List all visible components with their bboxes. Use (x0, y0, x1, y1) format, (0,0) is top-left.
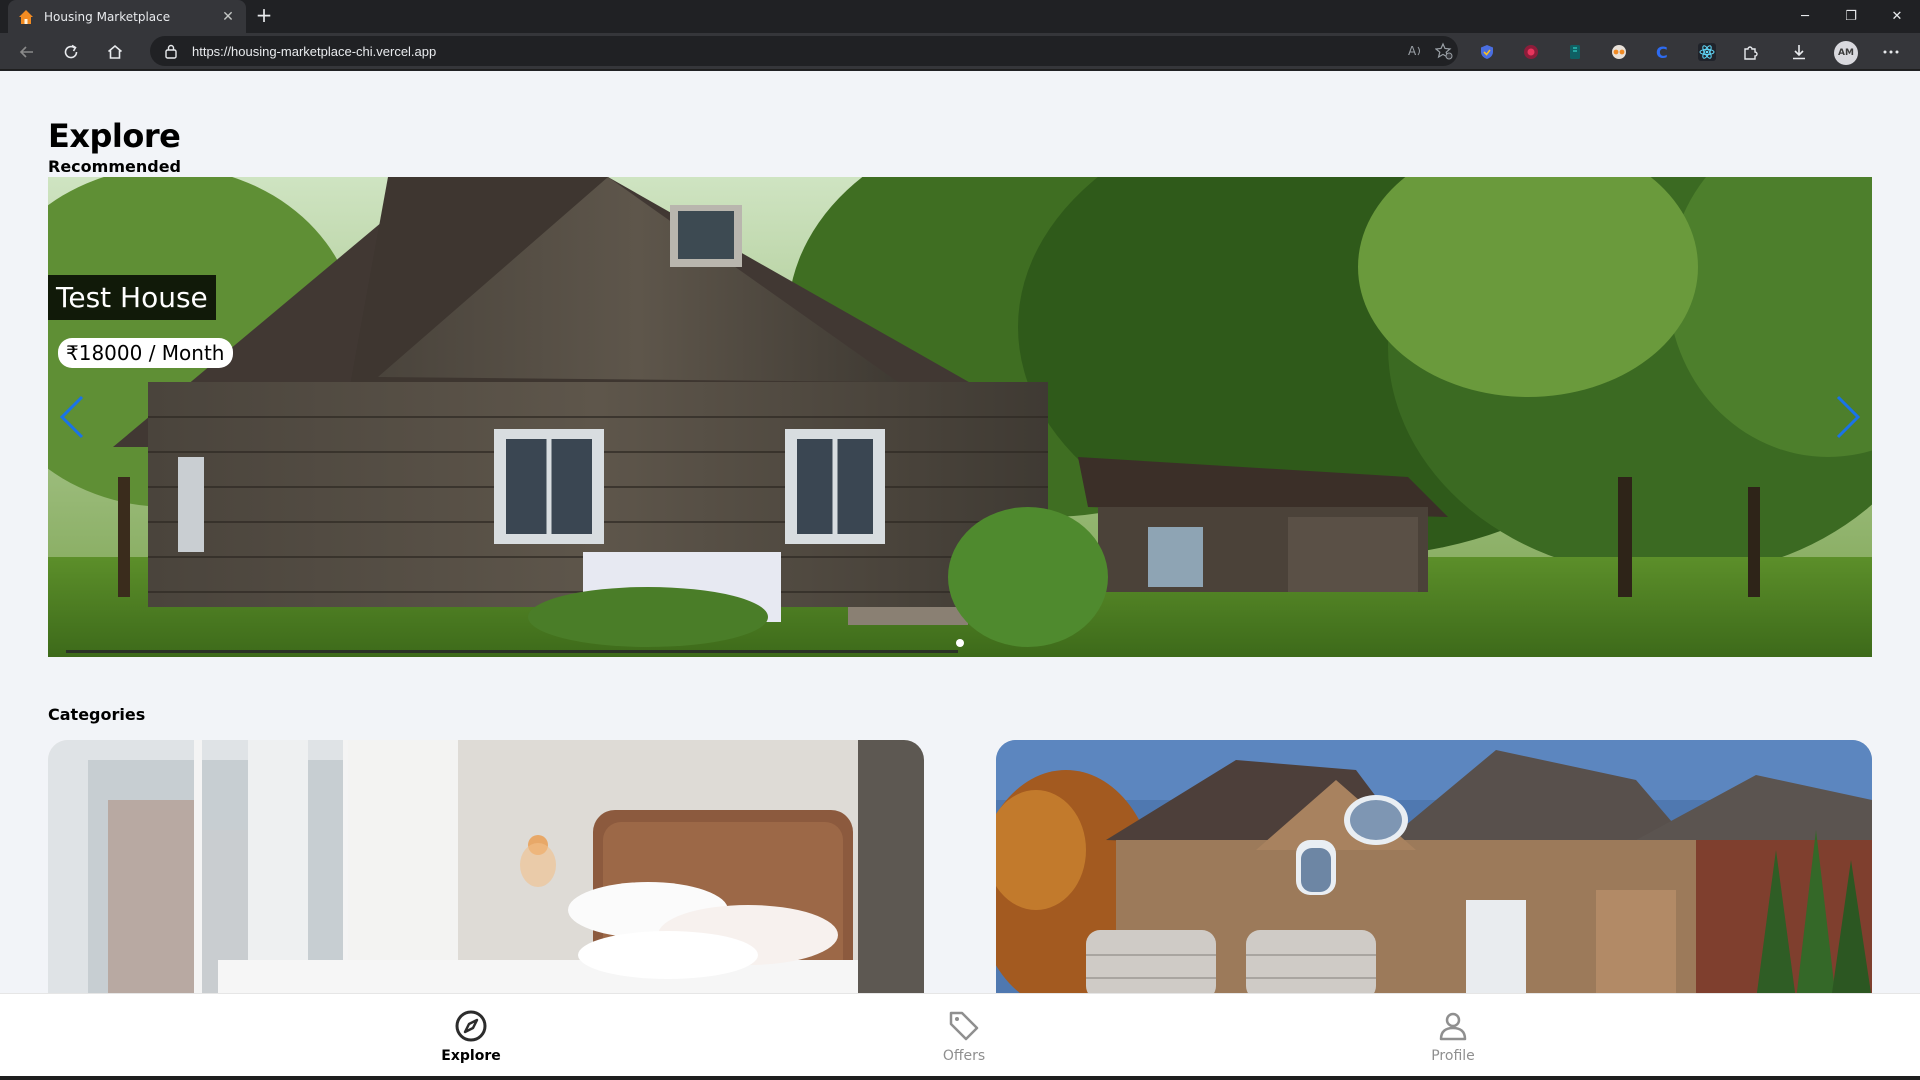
tab-title: Housing Marketplace (44, 9, 171, 24)
profile-avatar[interactable]: AM (1834, 41, 1858, 65)
category-card-rent[interactable] (48, 740, 924, 1000)
new-tab-button[interactable]: + (252, 4, 276, 28)
favorite-add-icon[interactable] (1430, 39, 1458, 63)
chevron-left-icon (59, 395, 84, 439)
nav-item-profile[interactable]: Profile (1393, 1008, 1513, 1064)
browser-tabstrip: Housing Marketplace ✕ + ─ ❐ ✕ (0, 0, 1920, 33)
home-button[interactable] (102, 39, 128, 65)
nav-label-profile: Profile (1431, 1048, 1475, 1064)
listing-photo-cabin[interactable] (48, 177, 1872, 657)
house-favicon-icon (18, 9, 34, 25)
nav-label-offers: Offers (942, 1048, 986, 1064)
window-bottom-edge (0, 1076, 1920, 1080)
downloads-icon[interactable] (1788, 41, 1810, 63)
browser-tab[interactable]: Housing Marketplace ✕ (8, 0, 246, 33)
tab-close-icon[interactable]: ✕ (220, 9, 236, 25)
category-card-sale[interactable] (996, 740, 1872, 1000)
category-image-bedroom[interactable] (48, 740, 924, 1000)
slider-scrollbar[interactable] (66, 650, 958, 653)
back-button[interactable] (14, 39, 40, 65)
slider-next-button[interactable] (1834, 395, 1862, 439)
tag-icon (946, 1008, 982, 1044)
nav-label-explore: Explore (441, 1048, 501, 1064)
lock-icon (164, 43, 180, 59)
categories-heading: Categories (48, 705, 146, 724)
shield-extension-icon[interactable] (1476, 41, 1498, 63)
home-icon (107, 44, 123, 59)
chevron-right-icon (1836, 395, 1861, 439)
extensions-puzzle-icon[interactable] (1740, 41, 1762, 63)
read-aloud-icon[interactable]: A (1402, 39, 1430, 63)
reload-icon (64, 44, 78, 59)
react-devtools-icon[interactable] (1696, 41, 1718, 63)
pagination-dot-active[interactable] (956, 639, 964, 647)
category-image-house[interactable] (996, 740, 1872, 1000)
restore-button[interactable]: ❐ (1828, 0, 1874, 33)
bookmark-extension-icon[interactable] (1564, 41, 1586, 63)
more-menu-icon[interactable] (1880, 41, 1902, 63)
glasses-extension-icon[interactable] (1608, 41, 1630, 63)
bottom-navigation: Explore Offers Profile (0, 993, 1920, 1076)
recommended-heading: Recommended (48, 157, 181, 176)
nav-item-offers[interactable]: Offers (904, 1008, 1024, 1064)
svg-text:C: C (1656, 44, 1668, 60)
recommended-slider[interactable]: Test House ₹18000 / Month (48, 177, 1872, 657)
listing-title[interactable]: Test House (48, 275, 216, 320)
slider-prev-button[interactable] (58, 395, 86, 439)
page-title: Explore (48, 117, 181, 155)
page-viewport: Explore Recommended Test House ₹18000 / … (0, 71, 1920, 1076)
svg-text:A: A (1408, 44, 1417, 58)
minimize-button[interactable]: ─ (1782, 0, 1828, 33)
record-extension-icon[interactable] (1520, 41, 1542, 63)
c-extension-icon[interactable]: C (1652, 41, 1674, 63)
listing-price-badge: ₹18000 / Month (58, 338, 233, 368)
close-window-button[interactable]: ✕ (1874, 0, 1920, 33)
address-bar[interactable]: https://housing-marketplace-chi.vercel.a… (150, 36, 1458, 66)
url-text[interactable]: https://housing-marketplace-chi.vercel.a… (192, 44, 1402, 59)
back-arrow-icon (19, 46, 33, 58)
slider-pagination (48, 639, 1872, 647)
compass-icon (453, 1008, 489, 1044)
browser-toolbar: https://housing-marketplace-chi.vercel.a… (0, 33, 1920, 70)
nav-item-explore[interactable]: Explore (411, 1008, 531, 1064)
reload-button[interactable] (58, 39, 84, 65)
person-icon (1435, 1008, 1471, 1044)
